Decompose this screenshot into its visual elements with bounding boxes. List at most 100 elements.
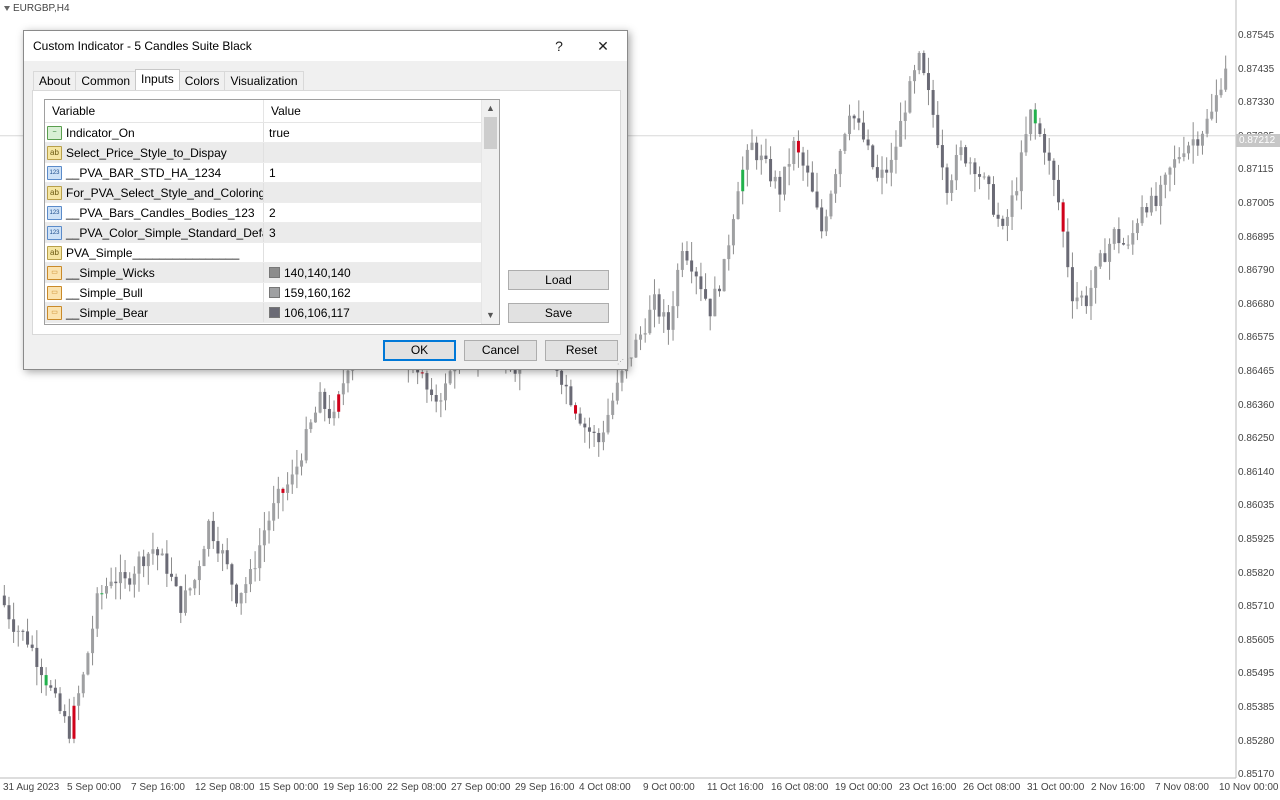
candle-body <box>755 142 759 161</box>
candle-body <box>852 115 856 119</box>
candle-body <box>1033 109 1037 124</box>
scroll-up-icon[interactable]: ▲ <box>482 100 499 117</box>
table-row[interactable]: 123 __PVA_Bars_Candles_Bodies_123 2 <box>45 203 482 223</box>
resize-grip-icon[interactable]: ⋰ <box>617 359 625 367</box>
value-cell[interactable]: true <box>264 123 482 142</box>
load-button[interactable]: Load <box>508 270 609 290</box>
value-cell[interactable]: 140,140,140 <box>264 263 482 282</box>
reset-button[interactable]: Reset <box>545 340 618 361</box>
value-cell[interactable]: 106,106,117 <box>264 303 482 322</box>
column-header-value[interactable]: Value <box>264 100 301 122</box>
candle-body <box>35 647 39 667</box>
close-icon[interactable]: ✕ <box>592 35 614 57</box>
symbol-label: EURGBP,H4 <box>13 3 70 14</box>
table-row[interactable]: 123 __PVA_BAR_STD_HA_1234 1 <box>45 163 482 183</box>
dropdown-triangle-icon[interactable] <box>4 6 10 11</box>
tab-colors[interactable]: Colors <box>178 71 226 90</box>
candle-body <box>2 595 6 606</box>
table-row[interactable]: ▭ __Simple_Bull 159,160,162 <box>45 283 482 303</box>
value-cell[interactable]: 1 <box>264 163 482 182</box>
tab-inputs[interactable]: Inputs <box>135 69 180 90</box>
value-cell[interactable]: 159,160,162 <box>264 283 482 302</box>
candle-body <box>174 576 178 587</box>
candle-body <box>676 269 680 307</box>
table-row[interactable]: ab Select_Price_Style_to_Dispay <box>45 143 482 163</box>
candle-body <box>592 431 596 433</box>
candle-body <box>982 176 986 178</box>
candle-body <box>611 400 615 415</box>
ok-button[interactable]: OK <box>383 340 456 361</box>
candle-body <box>434 395 438 402</box>
table-row[interactable]: ▭ __Simple_Bear 106,106,117 <box>45 303 482 323</box>
candle-body <box>160 553 164 556</box>
column-header-variable[interactable]: Variable <box>45 100 264 122</box>
string-type-icon: ab <box>47 185 62 200</box>
table-row[interactable]: 123 __PVA_Color_Simple_Standard_Defau... 3 <box>45 223 482 243</box>
table-body: ~ Indicator_On true ab Select_Price_Style_to… <box>45 123 482 323</box>
color-type-icon: ▭ <box>47 305 62 320</box>
vertical-scrollbar[interactable]: ▲ ▼ <box>481 100 499 324</box>
tab-visualization[interactable]: Visualization <box>224 71 304 90</box>
candle-body <box>156 549 160 556</box>
time-axis-label: 31 Aug 2023 <box>3 782 60 793</box>
candle-body <box>165 553 169 574</box>
candle-body <box>304 429 308 461</box>
color-swatch[interactable] <box>269 287 280 298</box>
candle-body <box>295 466 299 475</box>
candle-body <box>926 73 930 91</box>
value-cell[interactable] <box>264 143 482 162</box>
value-cell[interactable] <box>264 243 482 262</box>
time-axis-label: 23 Oct 16:00 <box>899 782 957 793</box>
value-text: 106,106,117 <box>284 305 350 320</box>
variable-cell: ▭ __Simple_Bear <box>45 303 264 322</box>
candle-body <box>146 553 150 567</box>
candle-body <box>931 90 935 115</box>
candle-body <box>300 460 304 467</box>
table-row[interactable]: ab For_PVA_Select_Style_and_Coloring <box>45 183 482 203</box>
tab-about[interactable]: About <box>33 71 77 90</box>
candle-body <box>690 260 694 272</box>
candle-body <box>1219 89 1223 96</box>
candle-body <box>1145 207 1149 213</box>
value-cell[interactable] <box>264 183 482 202</box>
candle-body <box>142 556 146 567</box>
candle-body <box>1122 243 1126 245</box>
candle-body <box>262 530 266 546</box>
candle-body <box>53 687 57 694</box>
color-swatch[interactable] <box>269 307 280 318</box>
price-axis-label: 0.85820 <box>1238 567 1275 579</box>
candle-body <box>829 193 833 217</box>
candle-body <box>1015 191 1019 196</box>
candle-body <box>81 674 85 694</box>
value-cell[interactable]: 3 <box>264 223 482 242</box>
scroll-down-icon[interactable]: ▼ <box>482 307 499 324</box>
value-cell[interactable]: 2 <box>264 203 482 222</box>
candle-body <box>741 169 745 192</box>
candle-body <box>63 711 67 717</box>
price-axis-label: 0.85925 <box>1238 534 1275 545</box>
candle-body <box>1010 195 1014 217</box>
value-text: 2 <box>269 205 276 220</box>
candle-body <box>26 631 30 645</box>
save-button[interactable]: Save <box>508 303 609 323</box>
tab-common[interactable]: Common <box>75 71 137 90</box>
candle-body <box>16 630 20 632</box>
table-row[interactable]: ▭ __Simple_Wicks 140,140,140 <box>45 263 482 283</box>
help-icon[interactable]: ? <box>548 35 570 57</box>
variable-cell: ab Select_Price_Style_to_Dispay <box>45 143 264 162</box>
candle-body <box>662 312 666 317</box>
candle-body <box>727 245 731 260</box>
candle-body <box>560 370 564 385</box>
cancel-button[interactable]: Cancel <box>464 340 537 361</box>
candle-body <box>1070 267 1074 302</box>
dialog-titlebar[interactable]: Custom Indicator - 5 Candles Suite Black… <box>24 31 627 61</box>
price-axis-label: 0.86465 <box>1238 366 1275 377</box>
candle-body <box>1173 159 1177 168</box>
scrollbar-thumb[interactable] <box>484 117 497 149</box>
candle-body <box>67 716 71 739</box>
table-row[interactable]: ab PVA_Simple________________ <box>45 243 482 263</box>
table-row[interactable]: ~ Indicator_On true <box>45 123 482 143</box>
color-swatch[interactable] <box>269 267 280 278</box>
candle-body <box>183 590 187 613</box>
candle-body <box>861 122 865 140</box>
